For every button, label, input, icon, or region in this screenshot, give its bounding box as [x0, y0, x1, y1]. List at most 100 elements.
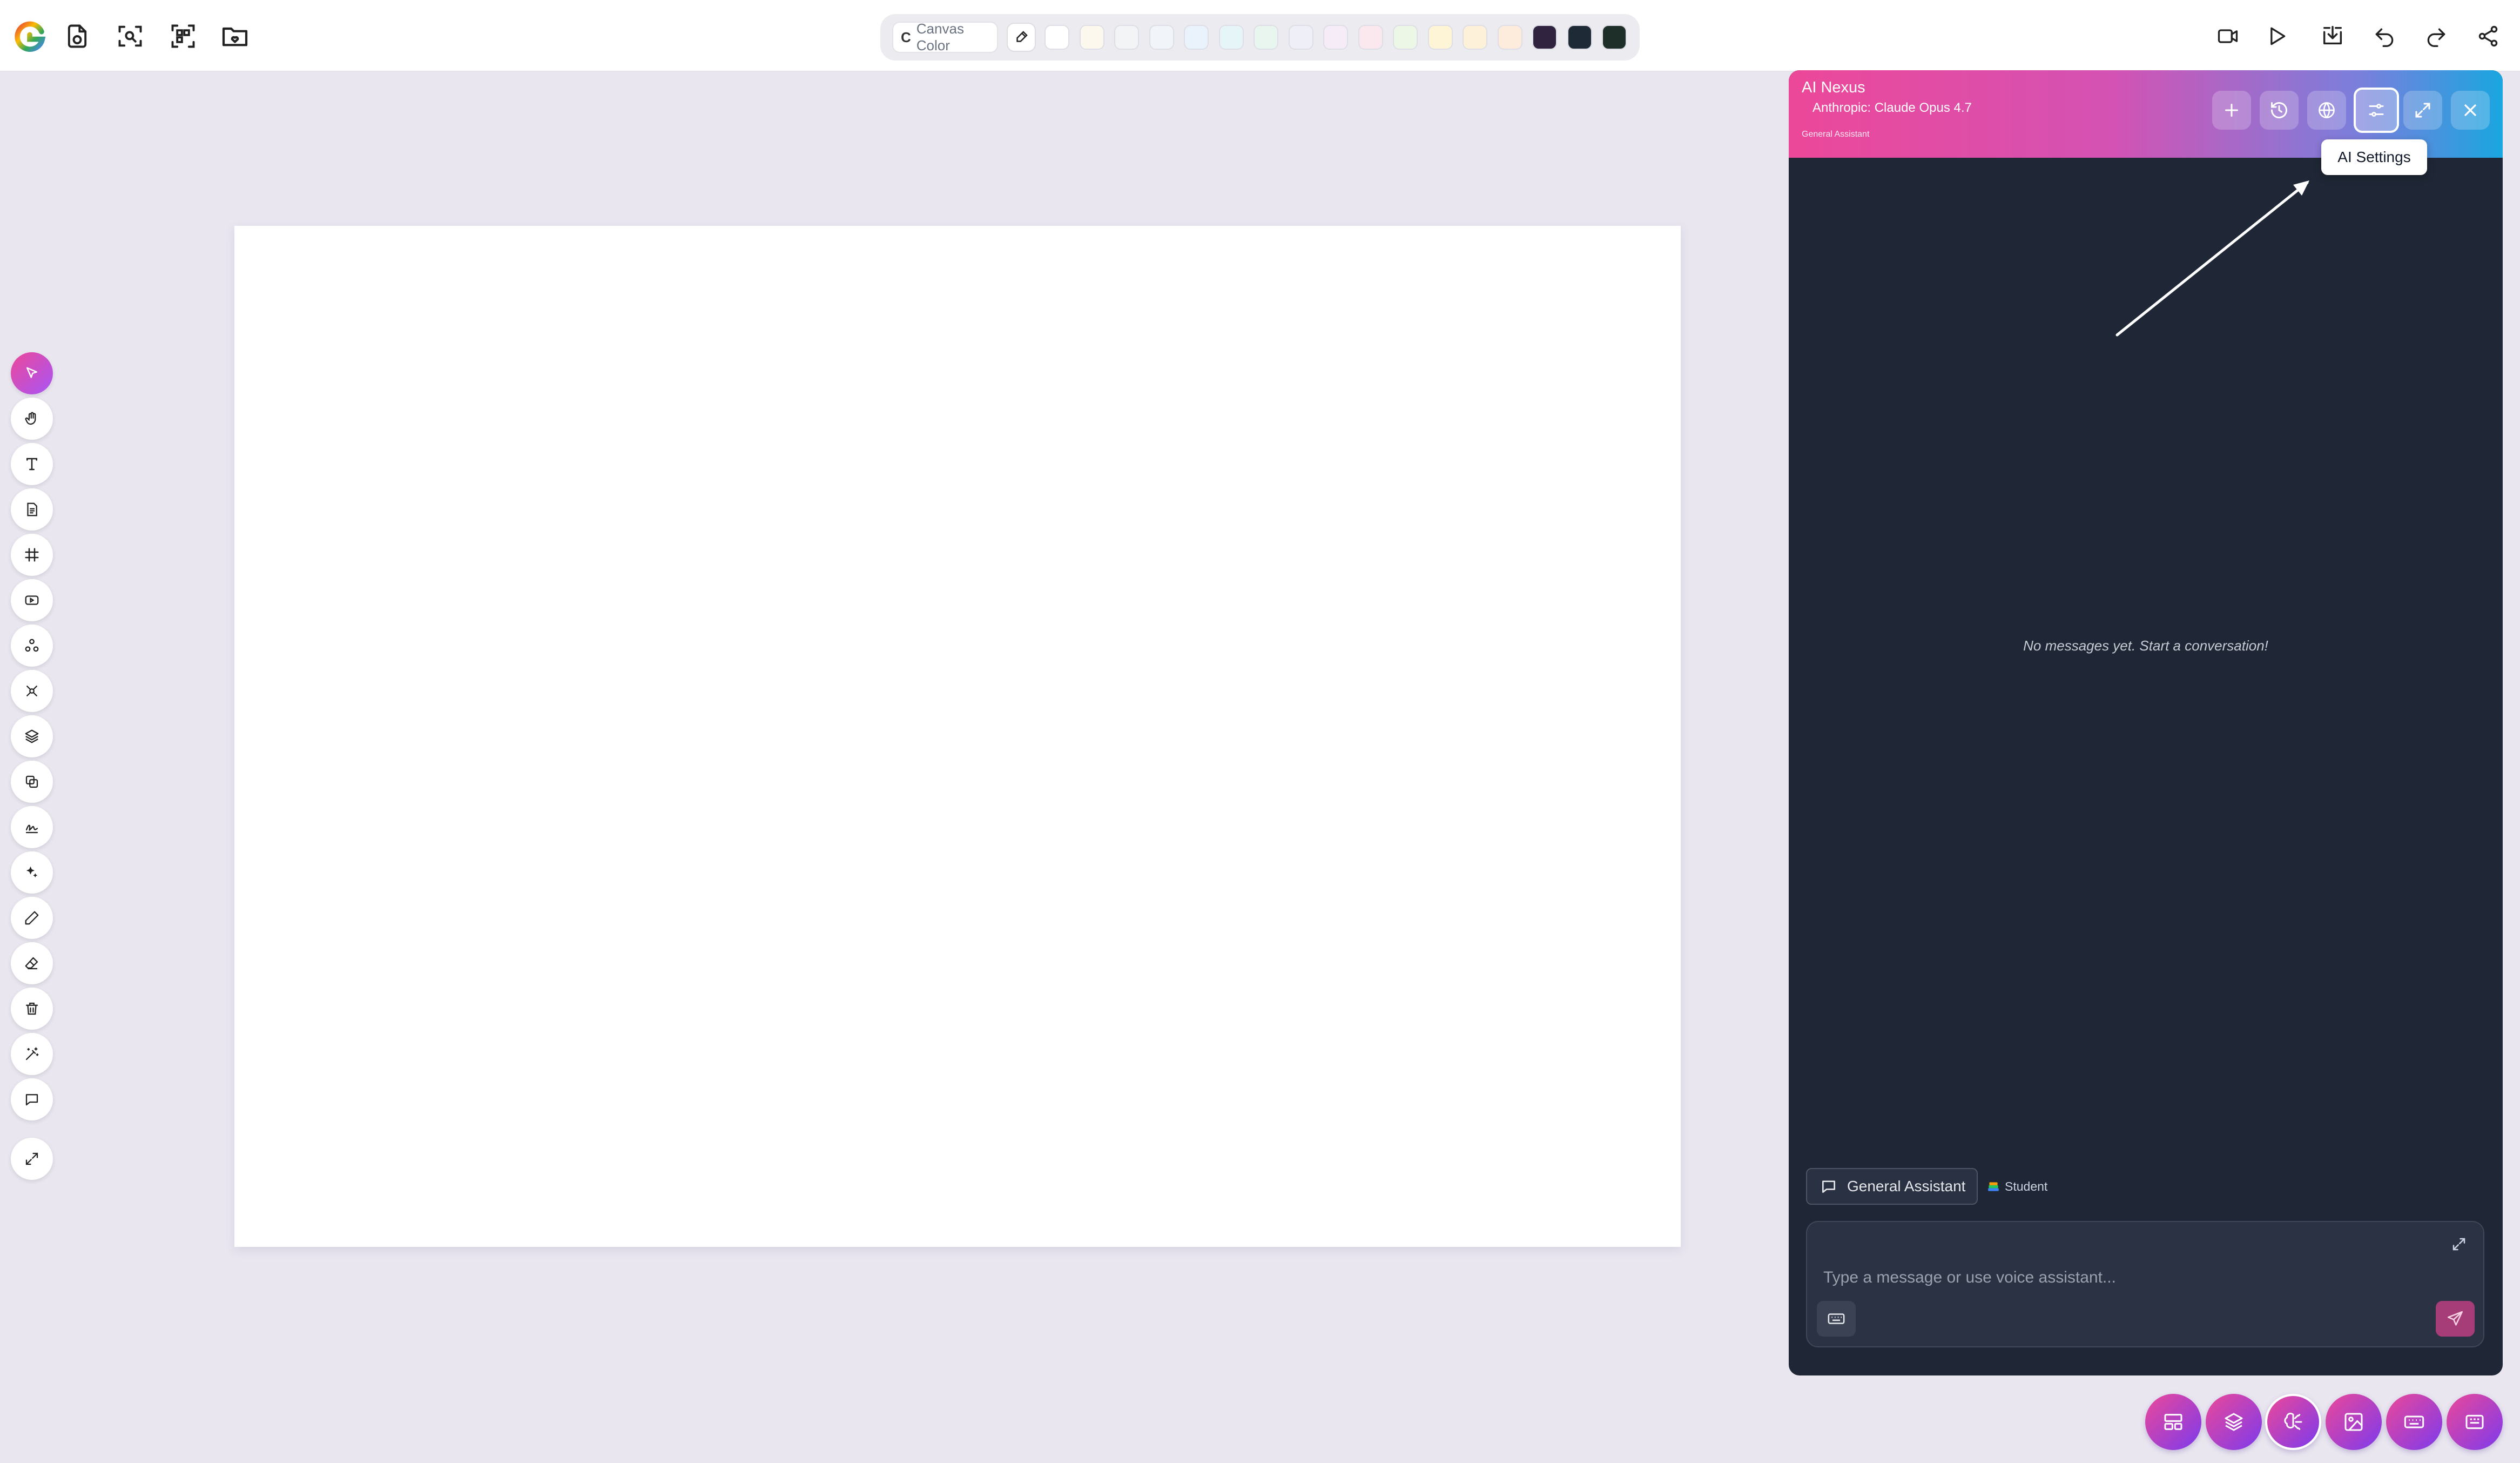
hand-icon: [25, 412, 36, 425]
pencil-icon: [25, 911, 39, 925]
color-swatch[interactable]: [1114, 25, 1139, 50]
duplicate-tool[interactable]: [11, 761, 53, 803]
color-swatch[interactable]: [1323, 25, 1348, 50]
annotation-arrow: [2115, 180, 2309, 337]
canvas-color-button[interactable]: C Canvas Color: [892, 21, 998, 53]
color-swatch[interactable]: [1079, 25, 1104, 50]
eraser-icon: [25, 957, 38, 970]
new-chat-button[interactable]: [2212, 91, 2251, 130]
message-composer: [1806, 1221, 2484, 1347]
text-icon: [26, 458, 37, 471]
comment-tool[interactable]: [11, 1078, 53, 1120]
books-icon: [1986, 1179, 2000, 1193]
color-swatch[interactable]: [1358, 25, 1383, 50]
color-swatch[interactable]: [1602, 25, 1627, 50]
layers-tool[interactable]: [11, 715, 53, 757]
layers-fab-button[interactable]: [2206, 1394, 2262, 1450]
download-icon[interactable]: [2313, 16, 2353, 56]
close-panel-button[interactable]: [2451, 91, 2490, 130]
ai-mode-label: General Assistant: [1802, 130, 1870, 139]
send-button[interactable]: [2436, 1301, 2475, 1337]
new-file-icon[interactable]: [57, 16, 97, 56]
student-mode-toggle[interactable]: Student: [1986, 1175, 2047, 1198]
magic-wand-tool[interactable]: [11, 1033, 53, 1075]
keyboard-fab-button[interactable]: [2447, 1394, 2503, 1450]
record-icon[interactable]: [2208, 16, 2248, 56]
empty-conversation-message: No messages yet. Start a conversation!: [2023, 637, 2268, 654]
web-search-button[interactable]: [2307, 91, 2346, 130]
canvas-color-initial: C: [901, 29, 911, 45]
color-swatch[interactable]: [1149, 25, 1174, 50]
templates-button[interactable]: [2145, 1394, 2201, 1450]
play-icon[interactable]: [2256, 16, 2296, 56]
sticky-note-icon: [27, 502, 37, 516]
select-icon: [26, 367, 37, 378]
color-swatch[interactable]: [1045, 25, 1069, 50]
media-icon: [25, 595, 39, 605]
sticky-note-tool[interactable]: [11, 488, 53, 531]
signature-icon: [25, 824, 38, 834]
layers-icon: [25, 729, 39, 743]
signature-tool[interactable]: [11, 806, 53, 848]
ai-sparkle-tool[interactable]: [11, 851, 53, 894]
templates-icon: [2164, 1414, 2182, 1430]
color-picker-icon[interactable]: [1007, 23, 1036, 52]
student-label: Student: [2005, 1179, 2048, 1193]
image-icon: [2344, 1413, 2363, 1431]
color-swatch[interactable]: [1532, 25, 1557, 50]
top-toolbar: C Canvas Color: [0, 0, 2520, 72]
zoom-fit-icon[interactable]: [110, 16, 150, 56]
shortcuts-button[interactable]: [2386, 1394, 2442, 1450]
maximize-button[interactable]: [2403, 91, 2442, 130]
color-swatch[interactable]: [1463, 25, 1487, 50]
keyboard-shortcuts-icon: [2404, 1415, 2424, 1428]
send-icon: [2447, 1311, 2463, 1326]
undo-icon[interactable]: [2364, 16, 2404, 56]
eraser-tool[interactable]: [11, 942, 53, 984]
frame-icon: [25, 548, 39, 562]
trash-tool[interactable]: [11, 988, 53, 1030]
color-swatch[interactable]: [1254, 25, 1278, 50]
canvas-color-label: Canvas Color: [916, 21, 964, 53]
message-input[interactable]: [1823, 1264, 2444, 1291]
mode-chip-label: General Assistant: [1847, 1178, 1966, 1194]
text-tool[interactable]: [11, 443, 53, 485]
share-icon[interactable]: [2468, 16, 2508, 56]
expand-tool[interactable]: [11, 1138, 53, 1180]
media-tool[interactable]: [11, 579, 53, 621]
canvas-color-palette: C Canvas Color: [880, 14, 1640, 61]
open-folder-icon[interactable]: [215, 16, 255, 56]
pencil-tool[interactable]: [11, 897, 53, 939]
trash-icon: [25, 1002, 38, 1015]
expand-composer-icon[interactable]: [2451, 1236, 2467, 1252]
image-button[interactable]: [2326, 1394, 2382, 1450]
frame-tool[interactable]: [11, 534, 53, 576]
shapes-icon: [25, 639, 39, 652]
color-swatch[interactable]: [1184, 25, 1209, 50]
fit-to-screen-icon[interactable]: [163, 16, 203, 56]
color-swatch[interactable]: [1497, 25, 1522, 50]
select-tool[interactable]: [11, 352, 53, 394]
ai-assistant-fab[interactable]: [2265, 1394, 2321, 1450]
keyboard-icon: [2465, 1414, 2484, 1430]
ai-brain-icon: [2284, 1412, 2302, 1430]
keyboard-button[interactable]: [1817, 1301, 1856, 1337]
globe-icon: [2319, 102, 2335, 118]
color-swatch[interactable]: [1427, 25, 1453, 50]
history-icon: [2271, 102, 2287, 119]
hand-tool[interactable]: [11, 398, 53, 440]
canvas-page[interactable]: [234, 226, 1681, 1247]
history-button[interactable]: [2260, 91, 2299, 130]
connector-tool[interactable]: [11, 670, 53, 712]
shapes-tool[interactable]: [11, 625, 53, 667]
color-swatch[interactable]: [1567, 25, 1592, 50]
color-swatch[interactable]: [1393, 25, 1418, 50]
color-swatch[interactable]: [1218, 25, 1244, 50]
ai-settings-button[interactable]: [2354, 88, 2399, 133]
redo-icon[interactable]: [2416, 16, 2456, 56]
duplicate-icon: [25, 775, 38, 788]
logo-icon[interactable]: [12, 18, 48, 54]
color-swatch[interactable]: [1288, 25, 1313, 50]
ai-sparkle-icon: [26, 866, 38, 878]
mode-selector-button[interactable]: General Assistant: [1806, 1168, 1978, 1205]
